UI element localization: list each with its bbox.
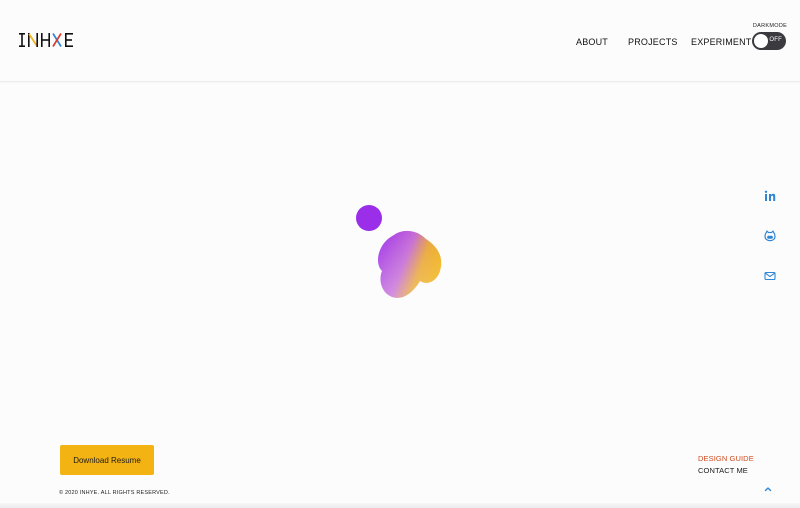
nav-projects[interactable]: PROJECTS: [628, 37, 678, 47]
linkedin-icon[interactable]: [756, 190, 784, 210]
footer-links: DESIGN GUIDE CONTACT ME: [698, 454, 754, 475]
nav-about[interactable]: ABOUT: [576, 37, 608, 47]
site-logo[interactable]: [18, 31, 82, 49]
download-resume-button[interactable]: Download Resume: [60, 445, 154, 475]
site-header: ABOUT PROJECTS EXPERIMENT DARKMODE OFF: [0, 0, 800, 82]
gradient-blob: [378, 230, 442, 298]
mail-icon[interactable]: [756, 270, 784, 290]
darkmode-label: DARKMODE: [752, 23, 788, 29]
chevron-up-icon[interactable]: [762, 482, 774, 494]
github-icon[interactable]: [756, 230, 784, 250]
hero-blob: [340, 195, 460, 315]
darkmode-toggle[interactable]: OFF: [752, 32, 786, 50]
design-guide-link[interactable]: DESIGN GUIDE: [698, 454, 754, 463]
contact-me-link[interactable]: CONTACT ME: [698, 466, 754, 475]
darkmode-control: DARKMODE OFF: [752, 23, 788, 50]
toggle-state-text: OFF: [769, 37, 782, 43]
logo-mark: [19, 33, 73, 47]
nav-experiment[interactable]: EXPERIMENT: [691, 37, 752, 47]
toggle-knob: [754, 34, 768, 48]
copyright-text: © 2020 INHYE. ALL RIGHTS RESERVED.: [59, 490, 170, 496]
bottom-edge: [0, 503, 800, 508]
social-rail: [756, 190, 784, 310]
page: ABOUT PROJECTS EXPERIMENT DARKMODE OFF D…: [0, 0, 800, 508]
